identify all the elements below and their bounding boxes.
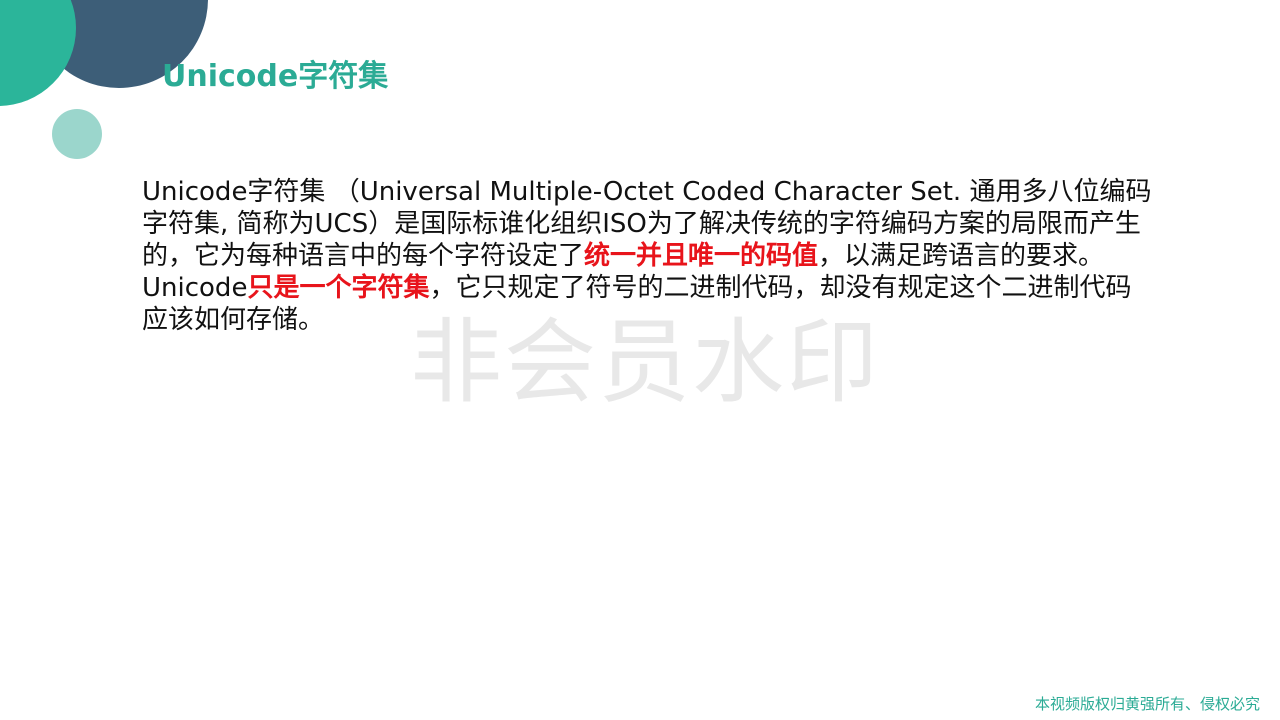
body-line-4-text: Unicode	[142, 273, 248, 303]
copyright-notice: 本视频版权归黄强所有、侵权必究	[1034, 695, 1260, 713]
decorative-circle-small	[52, 109, 102, 159]
body-line-3-tail: ，以满足跨语言的要求。	[818, 241, 1105, 271]
emphasis-unique-code: 统一并且唯一的码值	[584, 241, 819, 271]
emphasis-only-charset: 只是一个字符集	[247, 273, 430, 303]
body-line-1: Unicode字符集 （Universal Multiple-Octet Cod…	[142, 177, 1152, 207]
body-line-2: 字符集, 简称为UCS）是国际标谁化组织ISO为了解决传统的字符编码方案的局限而…	[142, 209, 1141, 239]
body-line-3: 的，它为每种语言中的每个字符设定了统一并且唯一的码值，以满足跨语言的要求。	[142, 240, 1172, 272]
slide-title: Unicode字符集	[162, 59, 389, 94]
body-line-4-tail: ，它只规定了符号的二进制代码，却没有规定这个二进制代码	[429, 273, 1132, 303]
watermark: 非会员水印	[410, 309, 881, 416]
body-line-4: Unicode只是一个字符集，它只规定了符号的二进制代码，却没有规定这个二进制代…	[142, 272, 1172, 304]
slide: Unicode字符集 Unicode字符集 （Universal Multipl…	[0, 0, 1280, 720]
decorative-circle-teal	[0, 0, 76, 106]
body-line-3-text: 的，它为每种语言中的每个字符设定了	[142, 241, 585, 271]
